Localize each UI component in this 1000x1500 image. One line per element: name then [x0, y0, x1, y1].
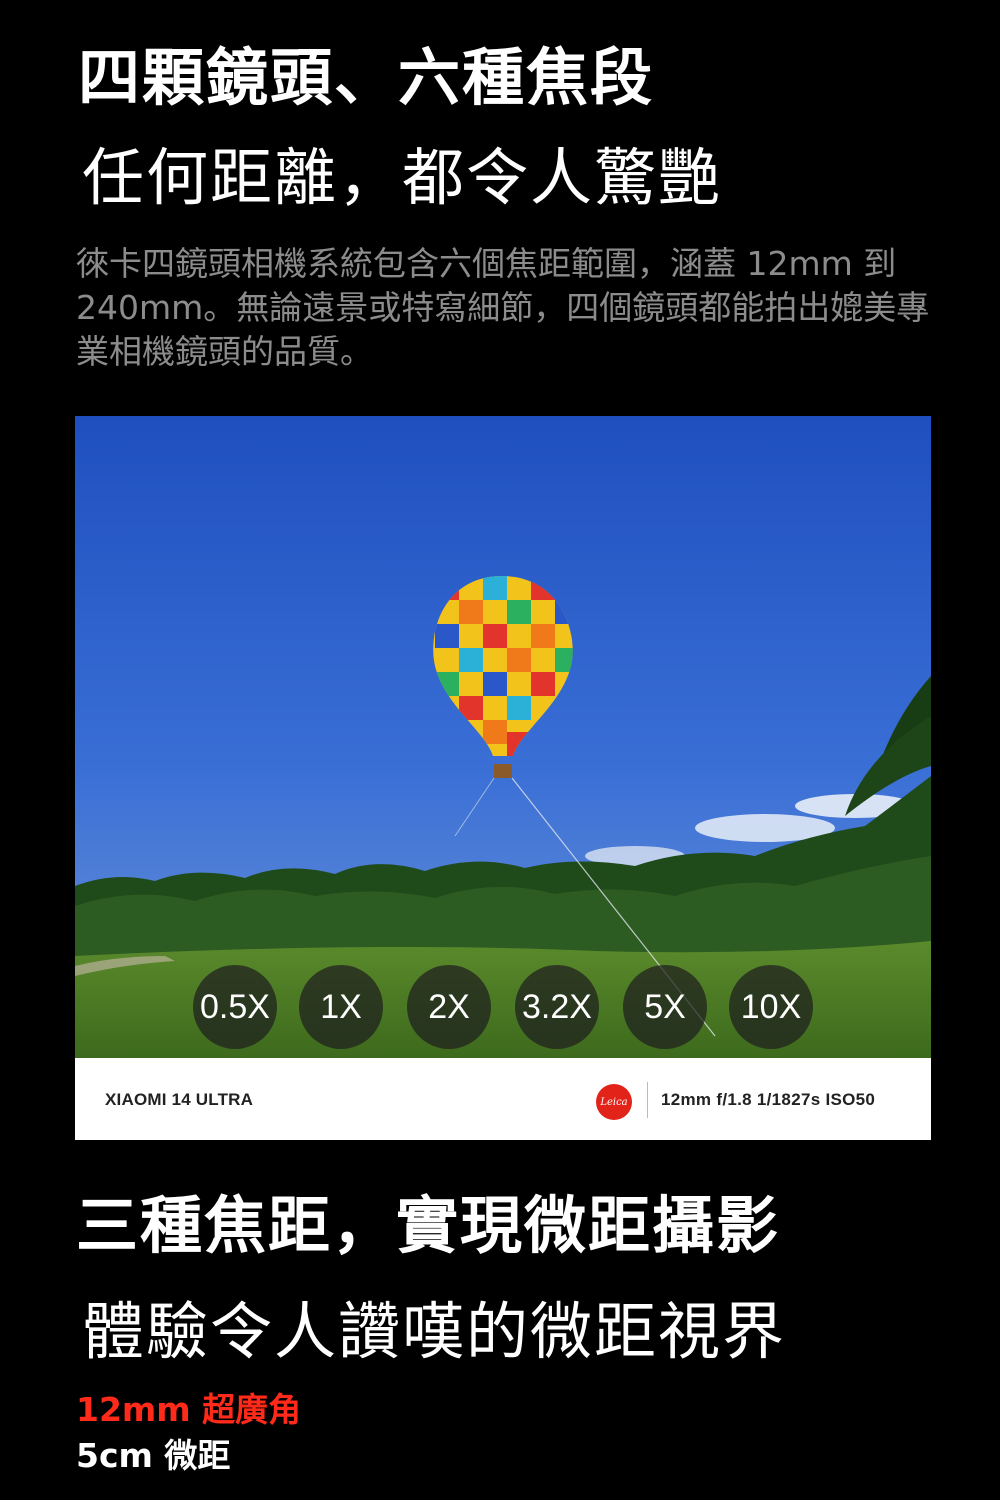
photo-scene — [75, 416, 931, 1058]
spec-ultrawide: 12mm 超廣角 — [76, 1390, 302, 1429]
zoom-5x-button[interactable]: 5X — [623, 965, 707, 1049]
subheadline-any-distance: 任何距離，都令人驚艷 — [82, 141, 723, 214]
spec-macro-distance: 5cm 微距 — [76, 1436, 231, 1475]
zoom-0.5x-button[interactable]: 0.5X — [193, 965, 277, 1049]
zoom-3.2x-button[interactable]: 3.2X — [515, 965, 599, 1049]
zoom-1x-button[interactable]: 1X — [299, 965, 383, 1049]
subheadline-macro: 體驗令人讚嘆的微距視界 — [82, 1295, 787, 1368]
exposure-params: 12mm f/1.8 1/1827s ISO50 — [661, 1090, 876, 1109]
lens-description: 徠卡四鏡頭相機系統包含六個焦距範圍，涵蓋 12mm 到 240mm。無論遠景或特… — [76, 244, 930, 371]
leica-logo-icon: Leica — [596, 1084, 632, 1120]
sample-photo-hot-air-balloon: 0.5X 1X 2X 3.2X 5X 10X — [75, 416, 931, 1058]
headline-macro: 三種焦距，實現微距攝影 — [76, 1189, 781, 1262]
info-divider — [647, 1082, 648, 1118]
zoom-2x-button[interactable]: 2X — [407, 965, 491, 1049]
headline-four-lenses: 四顆鏡頭、六種焦段 — [78, 41, 655, 114]
camera-model: XIAOMI 14 ULTRA — [105, 1090, 254, 1109]
photo-info-bar: XIAOMI 14 ULTRA Leica 12mm f/1.8 1/1827s… — [75, 1058, 931, 1140]
zoom-10x-button[interactable]: 10X — [729, 965, 813, 1049]
